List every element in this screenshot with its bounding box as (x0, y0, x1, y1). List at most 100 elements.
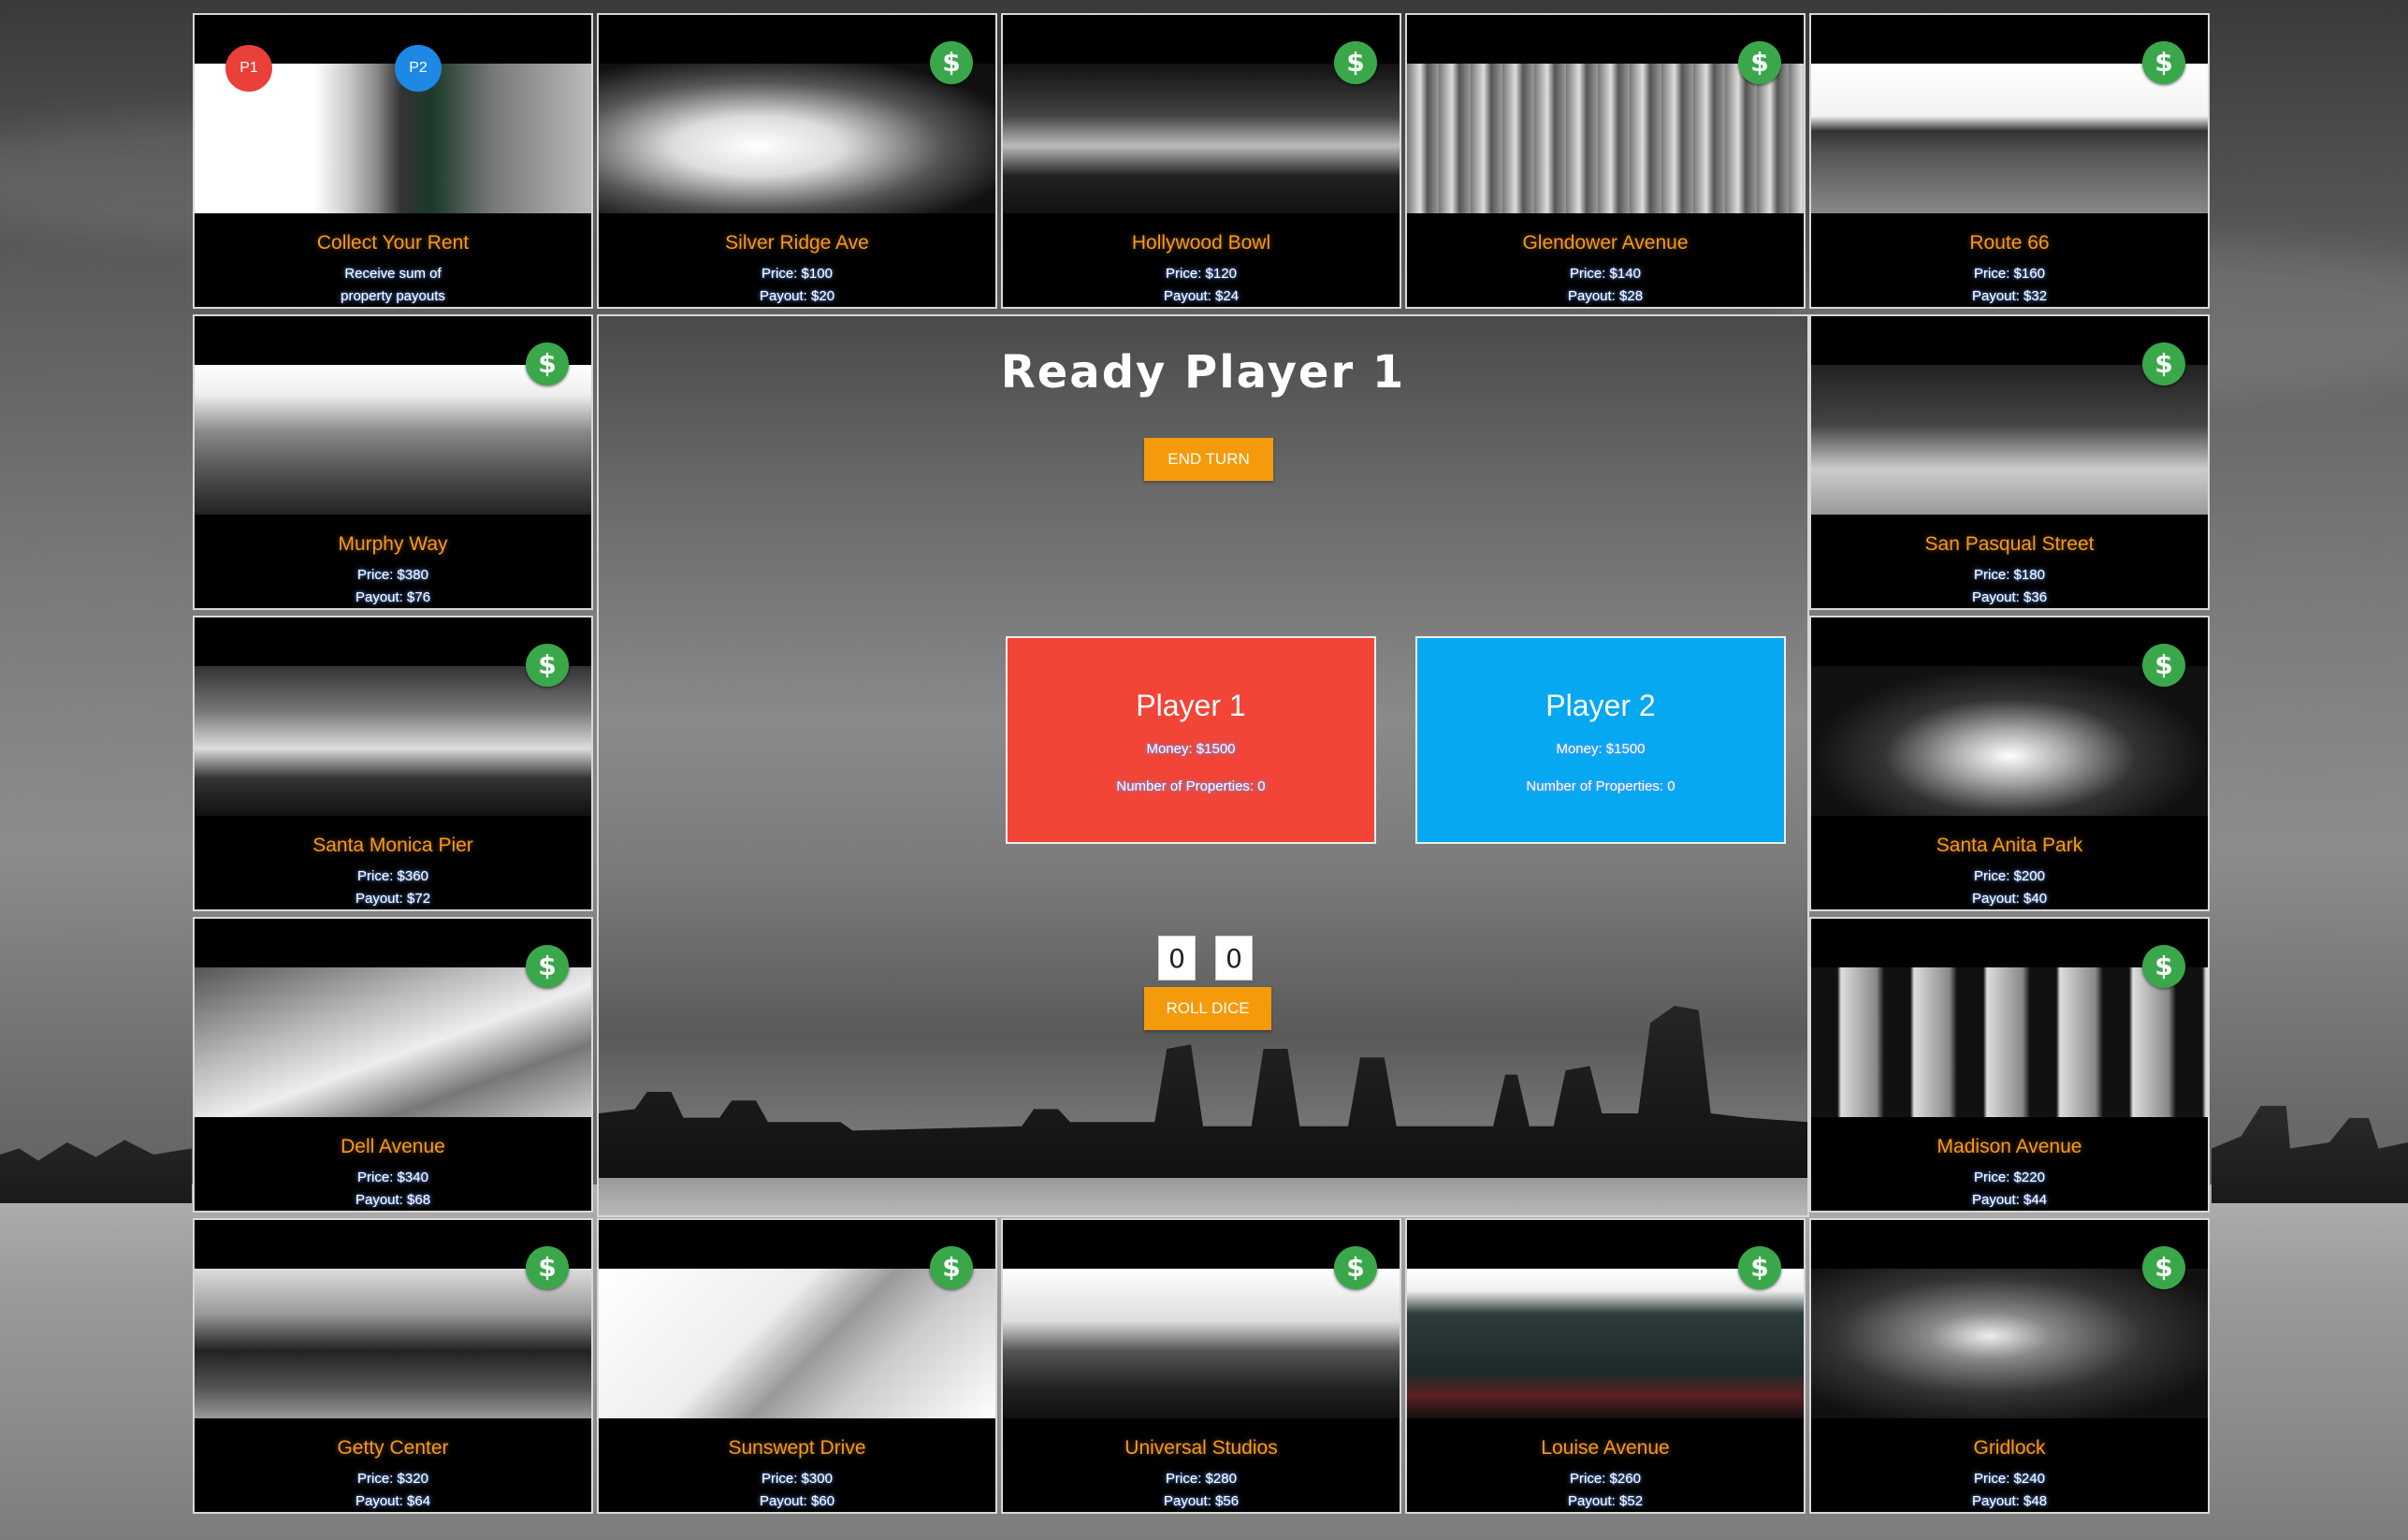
tile-collect-your-rent[interactable]: P1 P2 Collect Your Rent Receive sum of p… (193, 13, 593, 309)
player-2-token: P2 (395, 45, 442, 92)
tile-price: Price: $240 (1974, 1471, 2045, 1487)
dollar-icon[interactable]: $ (2142, 1246, 2185, 1289)
tile-gridlock[interactable]: $ Gridlock Price: $240 Payout: $48 (1809, 1218, 2210, 1514)
tile-payout: Payout: $48 (1971, 1493, 2048, 1509)
tile-payout: Payout: $28 (1567, 288, 1644, 304)
tile-name: Glendower Avenue (1522, 232, 1689, 254)
tile-price: Price: $200 (1974, 868, 2045, 884)
tile-photo (1811, 64, 2208, 213)
player-name: Player 2 (1545, 689, 1656, 722)
tile-price: Price: $180 (1974, 567, 2045, 583)
tile-photo (1811, 365, 2208, 515)
dollar-icon[interactable]: $ (2142, 41, 2185, 84)
tile-payout: Payout: $60 (759, 1493, 835, 1509)
tile-murphy-way[interactable]: $ Murphy Way Price: $380 Payout: $76 (193, 314, 593, 610)
tile-payout: Payout: $56 (1163, 1493, 1240, 1509)
dollar-icon[interactable]: $ (930, 41, 973, 84)
tile-photo (1003, 1269, 1400, 1418)
tile-price: Price: $100 (762, 266, 833, 282)
tile-photo (195, 967, 591, 1117)
tile-price: Price: $320 (357, 1471, 428, 1487)
player-name: Player 1 (1136, 689, 1246, 722)
tile-name: Silver Ridge Ave (725, 232, 869, 254)
tile-name: Madison Avenue (1937, 1136, 2082, 1157)
dollar-icon[interactable]: $ (526, 342, 569, 385)
dollar-icon[interactable]: $ (1334, 1246, 1377, 1289)
dollar-icon[interactable]: $ (2142, 945, 2185, 988)
tile-name: Sunswept Drive (728, 1437, 866, 1459)
tile-payout: Payout: $20 (759, 288, 835, 304)
tile-payout: Payout: $72 (355, 891, 431, 907)
tile-santa-anita-park[interactable]: $ Santa Anita Park Price: $200 Payout: $… (1809, 616, 2210, 911)
tile-name: Murphy Way (338, 533, 448, 555)
die-2: 0 (1215, 936, 1253, 981)
dollar-icon[interactable]: $ (526, 644, 569, 687)
dollar-icon[interactable]: $ (1738, 1246, 1781, 1289)
dollar-icon[interactable]: $ (2142, 342, 2185, 385)
tile-photo (1811, 1269, 2208, 1418)
tile-madison-avenue[interactable]: $ Madison Avenue Price: $220 Payout: $44 (1809, 917, 2210, 1213)
roll-dice-button[interactable]: ROLL DICE (1144, 987, 1271, 1030)
tile-payout: Payout: $36 (1971, 589, 2048, 605)
tile-photo (1407, 1269, 1804, 1418)
tile-name: Collect Your Rent (316, 232, 470, 254)
player-money: Money: $1500 (1556, 741, 1646, 757)
background-city-right (2212, 1106, 2408, 1203)
tile-price: Price: $280 (1166, 1471, 1237, 1487)
dollar-icon[interactable]: $ (1738, 41, 1781, 84)
tile-route-66[interactable]: $ Route 66 Price: $160 Payout: $32 (1809, 13, 2210, 309)
tile-photo (1407, 64, 1804, 213)
tile-price: Price: $300 (762, 1471, 833, 1487)
player-1-card: Player 1 Money: $1500 Number of Properti… (1006, 636, 1376, 844)
center-shore (599, 1178, 1807, 1215)
tile-photo (599, 64, 995, 213)
tile-photo (599, 1269, 995, 1418)
tile-dell-avenue[interactable]: $ Dell Avenue Price: $340 Payout: $68 (193, 917, 593, 1213)
dollar-icon[interactable]: $ (526, 945, 569, 988)
tile-payout: Payout: $32 (1971, 288, 2048, 304)
tile-payout: Payout: $44 (1971, 1192, 2048, 1208)
tile-photo (1811, 666, 2208, 816)
tile-desc-1: Receive sum of (344, 266, 442, 282)
tile-payout: Payout: $40 (1971, 891, 2048, 907)
tile-price: Price: $260 (1570, 1471, 1641, 1487)
tile-silver-ridge-ave[interactable]: $ Silver Ridge Ave Price: $100 Payout: $… (597, 13, 997, 309)
tile-name: Santa Monica Pier (312, 835, 473, 856)
tile-sunswept-drive[interactable]: $ Sunswept Drive Price: $300 Payout: $60 (597, 1218, 997, 1514)
tile-louise-avenue[interactable]: $ Louise Avenue Price: $260 Payout: $52 (1405, 1218, 1806, 1514)
tile-name: Route 66 (1969, 232, 2050, 254)
player-1-token: P1 (225, 45, 272, 92)
dollar-icon[interactable]: $ (930, 1246, 973, 1289)
tile-getty-center[interactable]: $ Getty Center Price: $320 Payout: $64 (193, 1218, 593, 1514)
turn-status-title: Ready Player 1 (1000, 346, 1406, 399)
tile-photo (1811, 967, 2208, 1117)
tile-name: Universal Studios (1124, 1437, 1278, 1459)
tile-price: Price: $220 (1974, 1170, 2045, 1185)
tile-desc-2: property payouts (341, 288, 445, 304)
tile-name: Dell Avenue (341, 1136, 445, 1157)
player-money: Money: $1500 (1146, 741, 1236, 757)
end-turn-button[interactable]: END TURN (1144, 438, 1273, 481)
tile-name: Louise Avenue (1541, 1437, 1670, 1459)
player-properties: Number of Properties: 0 (1116, 778, 1266, 794)
tile-price: Price: $140 (1570, 266, 1641, 282)
game-board: P1 P2 Collect Your Rent Receive sum of p… (193, 13, 2213, 1517)
tile-hollywood-bowl[interactable]: $ Hollywood Bowl Price: $120 Payout: $24 (1001, 13, 1401, 309)
tile-photo (195, 666, 591, 816)
dollar-icon[interactable]: $ (526, 1246, 569, 1289)
dollar-icon[interactable]: $ (2142, 644, 2185, 687)
tile-name: Santa Anita Park (1936, 835, 2083, 856)
player-properties: Number of Properties: 0 (1526, 778, 1675, 794)
tile-santa-monica-pier[interactable]: $ Santa Monica Pier Price: $360 Payout: … (193, 616, 593, 911)
tile-payout: Payout: $52 (1567, 1493, 1644, 1509)
dollar-icon[interactable]: $ (1334, 41, 1377, 84)
tile-price: Price: $120 (1166, 266, 1237, 282)
tile-name: Gridlock (1973, 1437, 2046, 1459)
tile-glendower-avenue[interactable]: $ Glendower Avenue Price: $140 Payout: $… (1405, 13, 1806, 309)
tile-name: Hollywood Bowl (1131, 232, 1271, 254)
tile-san-pasqual-street[interactable]: $ San Pasqual Street Price: $180 Payout:… (1809, 314, 2210, 610)
tile-price: Price: $380 (357, 567, 428, 583)
tile-universal-studios[interactable]: $ Universal Studios Price: $280 Payout: … (1001, 1218, 1401, 1514)
tile-photo (195, 1269, 591, 1418)
tile-photo (1003, 64, 1400, 213)
